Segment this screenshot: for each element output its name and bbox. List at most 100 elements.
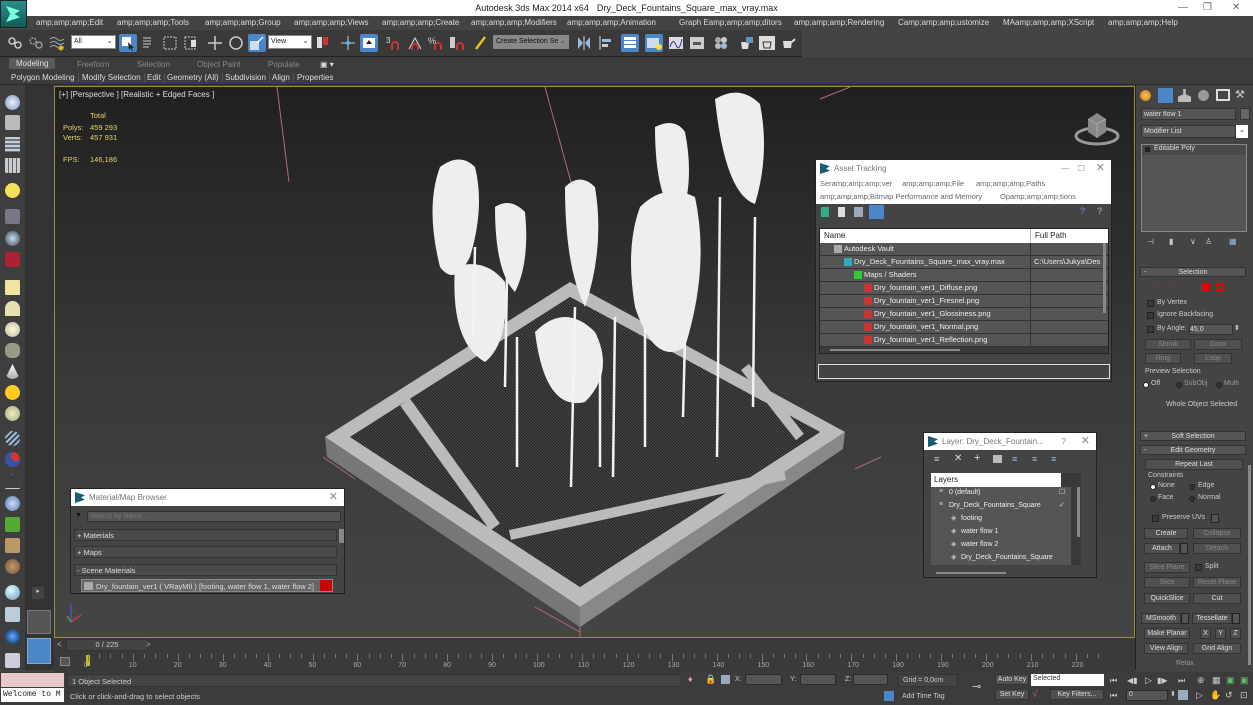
layers-column[interactable]: Layers — [934, 475, 958, 484]
asset-row[interactable]: Dry_Deck_Fountains_Square_max_vray.max C:… — [820, 256, 1108, 269]
tab-freeform[interactable]: Freeform — [77, 60, 109, 69]
highlight-layer-icon[interactable]: ≡ — [1012, 454, 1017, 464]
spinner-snap-icon[interactable] — [448, 34, 466, 52]
minimize-icon[interactable]: — — [1061, 160, 1069, 177]
go-to-start-icon[interactable]: ⏮ — [1110, 676, 1117, 686]
list-view-icon[interactable] — [838, 207, 845, 217]
window-crossing-icon[interactable] — [182, 34, 200, 52]
default-in-out-tangents-icon[interactable]: √ — [1032, 689, 1038, 700]
menu-file[interactable]: amp;amp;amp;File — [902, 179, 964, 188]
video-camera-icon[interactable] — [5, 252, 20, 267]
table-view-icon[interactable] — [869, 205, 884, 219]
create-tab-icon[interactable] — [1140, 90, 1151, 101]
animal-hair-icon[interactable] — [5, 538, 20, 553]
rollout-selection[interactable]: - Selection — [1140, 267, 1246, 277]
shrink-button[interactable]: Shrink — [1145, 339, 1191, 350]
horizontal-scrollbar[interactable] — [830, 349, 960, 351]
time-tag-icon[interactable] — [884, 691, 894, 701]
remove-modifier-icon[interactable]: ♙ — [1205, 237, 1212, 246]
asset-row[interactable]: Dry_fountain_ver1_Fresnel.png — [820, 295, 1108, 308]
chevron-down-icon[interactable]: ⌄ — [1236, 125, 1248, 138]
relax-label[interactable]: Relax — [1176, 660, 1194, 667]
grass-icon[interactable] — [5, 517, 20, 532]
preview-multi-radio[interactable] — [1216, 382, 1222, 388]
zoom-icon[interactable]: ⊕ — [1197, 675, 1205, 686]
tab-selection[interactable]: Selection — [137, 60, 170, 69]
element-icon[interactable] — [1216, 283, 1224, 291]
repeat-last-button[interactable]: Repeat Last — [1145, 459, 1243, 470]
field-of-view-icon[interactable]: ▷ — [1196, 690, 1203, 701]
pattern-ball-icon[interactable] — [5, 559, 20, 574]
light-bulb-icon[interactable] — [5, 183, 20, 198]
layer-row[interactable]: ◈ water flow 2 — [931, 539, 1071, 552]
maxscript-listener-input[interactable]: Welcome to M — [1, 688, 64, 702]
make-unique-icon[interactable]: ∨ — [1190, 237, 1196, 246]
application-button[interactable] — [0, 0, 27, 28]
menu-rendering[interactable]: amp;amp;amp;Rendering — [794, 18, 884, 27]
menu-modifiers[interactable]: amp;amp;amp;Modifiers — [471, 18, 557, 27]
absolute-mode-icon[interactable] — [721, 675, 730, 684]
create-button[interactable]: Create — [1144, 528, 1188, 539]
display-tab-icon[interactable] — [1216, 89, 1230, 101]
key-filters-button[interactable]: Key Filters... — [1050, 689, 1104, 700]
keyboard-shortcut-override-icon[interactable] — [360, 34, 378, 52]
tessellate-settings-icon[interactable] — [1232, 613, 1240, 624]
key-icon[interactable]: ⊸ — [972, 680, 981, 693]
pin-stack-icon[interactable]: ⊣ — [1147, 237, 1154, 246]
asset-row[interactable]: Dry_fountain_ver1_Glossiness.png — [820, 308, 1108, 321]
active-viewport-button[interactable] — [27, 638, 51, 664]
preview-off-radio[interactable] — [1143, 382, 1149, 388]
ring-button[interactable]: Ring — [1145, 353, 1181, 364]
edge-icon[interactable]: ⟋ — [1166, 282, 1172, 292]
layer-row[interactable]: ◈ footing — [931, 513, 1071, 526]
zoom-extents-icon[interactable]: ▣ — [1226, 675, 1235, 686]
angle-snap-icon[interactable] — [406, 34, 424, 52]
preview-subobj-radio[interactable] — [1176, 382, 1182, 388]
layer-row[interactable]: ≡ Dry_Deck_Fountains_Square ✓ — [931, 500, 1071, 513]
preserve-uvs-checkbox[interactable] — [1152, 515, 1159, 522]
help-icon[interactable]: ? — [1062, 433, 1066, 450]
daylight-icon[interactable] — [5, 231, 20, 246]
frame-spinner-icon[interactable]: ⬍ — [1170, 690, 1176, 698]
y-coordinate-field[interactable] — [800, 674, 836, 685]
key-mode-dropdown[interactable]: Selected — [1031, 674, 1104, 686]
col-full-path[interactable]: Full Path — [1030, 229, 1067, 243]
camera-icon[interactable] — [5, 209, 20, 224]
menu-server[interactable]: Seramp;amp;amp;ver — [820, 179, 892, 188]
vault-status-icon[interactable] — [821, 207, 829, 217]
selection-filter-dropdown[interactable]: All — [71, 35, 116, 49]
select-in-layer-icon[interactable] — [993, 455, 1002, 463]
vertical-scrollbar[interactable] — [339, 529, 344, 543]
group-maps[interactable]: + Maps — [74, 546, 337, 558]
object-name-field[interactable] — [1141, 108, 1236, 120]
view-align-button[interactable]: View Align — [1144, 643, 1188, 654]
menu-paths[interactable]: amp;amp;amp;Paths — [976, 179, 1045, 188]
asset-row[interactable]: Autodesk Vault — [820, 243, 1108, 256]
vertical-scrollbar[interactable] — [1103, 243, 1106, 313]
auto-key-button[interactable]: Auto Key — [995, 674, 1029, 685]
menu-edit[interactable]: amp;amp;amp;Edit — [36, 18, 103, 27]
asset-row[interactable]: Dry_fountain_ver1_Normal.png — [820, 321, 1108, 334]
select-by-name-icon[interactable] — [140, 34, 158, 52]
menu-create[interactable]: amp;amp;amp;Create — [382, 18, 459, 27]
time-configuration-icon[interactable] — [1178, 690, 1188, 700]
slice-button[interactable]: Slice — [1144, 577, 1190, 588]
menu-animation[interactable]: amp;amp;amp;Animation — [567, 18, 656, 27]
set-key-button[interactable]: Set Key — [995, 689, 1029, 700]
constraint-face-radio[interactable] — [1150, 496, 1156, 502]
layer-row[interactable]: ◈ Dry_Deck_Fountains_Square — [931, 552, 1071, 565]
environment-icon[interactable] — [5, 406, 20, 421]
planar-z-button[interactable]: Z — [1230, 628, 1241, 639]
tab-modeling[interactable]: Modeling — [9, 58, 56, 69]
rotate-icon[interactable] — [227, 34, 245, 52]
layer-manager-icon[interactable] — [621, 34, 639, 52]
x-coordinate-field[interactable] — [745, 674, 782, 685]
link-icon[interactable] — [6, 34, 24, 52]
object-color-swatch[interactable] — [1240, 108, 1250, 120]
layer-state-icon[interactable]: ☐ — [1059, 488, 1065, 496]
modify-tab-icon[interactable] — [1158, 88, 1173, 103]
mirror-icon[interactable] — [575, 34, 593, 52]
close-icon[interactable]: ✕ — [1081, 433, 1090, 450]
constraint-normal-radio[interactable] — [1189, 496, 1195, 502]
fur-ball-icon[interactable] — [5, 496, 20, 511]
